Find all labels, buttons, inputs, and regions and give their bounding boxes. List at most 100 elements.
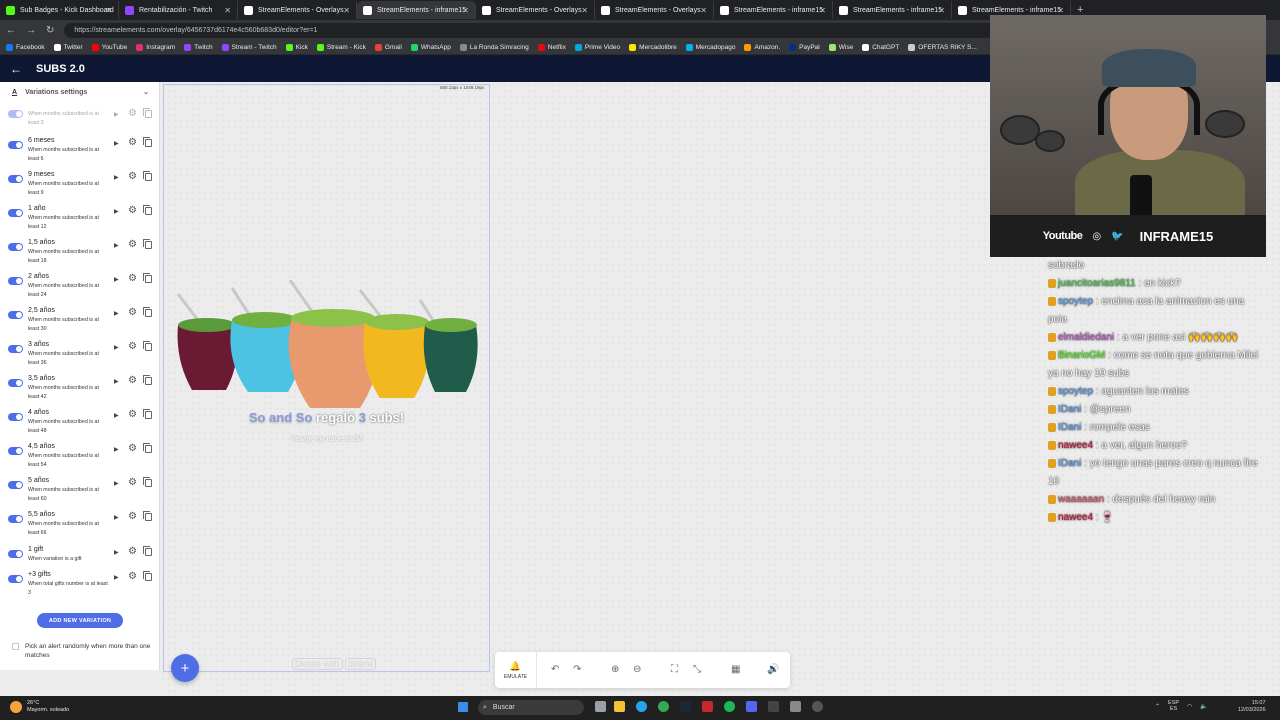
variation-toggle[interactable] <box>8 110 23 118</box>
duplicate-icon[interactable] <box>143 477 152 487</box>
variation-item[interactable]: 9 meses When months subscribed is at leas… <box>0 171 159 205</box>
language-indicator[interactable]: ESP ES <box>1168 700 1179 712</box>
variation-toggle[interactable] <box>8 175 23 183</box>
variation-item[interactable]: 1,5 años When months subscribed is at lea… <box>0 239 159 273</box>
gear-icon[interactable]: ⚙ <box>128 511 137 522</box>
gear-icon[interactable]: ⚙ <box>128 571 137 582</box>
play-icon[interactable]: ▶ <box>114 514 119 521</box>
bookmark[interactable]: Stream - Kick <box>316 43 366 51</box>
bookmark[interactable]: Instagram <box>136 43 175 51</box>
browser-tab[interactable]: StreamElements - Overlays ✕ <box>238 1 357 19</box>
play-icon[interactable]: ▶ <box>114 208 119 215</box>
play-icon[interactable]: ▶ <box>114 574 119 581</box>
browser-tab[interactable]: StreamElements - inframe15 ✕ <box>357 1 476 19</box>
bookmark[interactable]: Facebook <box>6 43 45 51</box>
duplicate-icon[interactable] <box>143 205 152 215</box>
grid-icon[interactable]: ▦ <box>731 664 740 675</box>
gear-icon[interactable]: ⚙ <box>128 307 137 318</box>
duplicate-icon[interactable] <box>143 273 152 283</box>
close-tab-icon[interactable]: ✕ <box>700 6 707 15</box>
play-icon[interactable]: ▶ <box>114 480 119 487</box>
emulate-button[interactable]: 🔔 EMULATE <box>495 652 537 688</box>
bookmark[interactable]: Twitch <box>184 43 213 51</box>
bookmark[interactable]: Wise <box>828 43 853 51</box>
variation-toggle[interactable] <box>8 481 23 489</box>
close-tab-icon[interactable]: ✕ <box>462 6 469 15</box>
bookmark[interactable]: Prime Video <box>574 43 620 51</box>
variation-item[interactable]: 4 años When months subscribed is at least… <box>0 409 159 443</box>
url-field[interactable]: https://streamelements.com/overlay/64567… <box>64 22 1005 38</box>
bookmark[interactable]: PayPal <box>789 43 820 51</box>
play-icon[interactable]: ▶ <box>114 140 119 147</box>
clock[interactable]: 15:07 12/03/2026 <box>1238 700 1266 714</box>
zoom-in-icon[interactable]: ⊕ <box>611 664 619 675</box>
bookmark[interactable]: Amazon. <box>744 43 780 51</box>
add-widget-button[interactable]: + <box>171 654 199 682</box>
close-tab-icon[interactable]: ✕ <box>938 6 945 15</box>
variation-item[interactable]: 3 años When months subscribed is at least… <box>0 341 159 375</box>
play-icon[interactable]: ▶ <box>114 276 119 283</box>
variations-section-header[interactable]: A Variations settings ⌄ <box>0 82 159 102</box>
play-icon[interactable]: ▶ <box>114 111 119 118</box>
variation-toggle[interactable] <box>8 209 23 217</box>
back-icon[interactable]: ← <box>6 25 16 36</box>
bookmark[interactable]: Twitter <box>53 43 83 51</box>
zoom-out-icon[interactable]: ⊖ <box>633 664 641 675</box>
variation-toggle[interactable] <box>8 277 23 285</box>
variation-item[interactable]: 2,5 años When months subscribed is at lea… <box>0 307 159 341</box>
play-icon[interactable]: ▶ <box>114 310 119 317</box>
variation-toggle[interactable] <box>8 447 23 455</box>
gear-icon[interactable]: ⚙ <box>128 171 137 182</box>
app-icon[interactable] <box>812 701 823 712</box>
duplicate-icon[interactable] <box>143 137 152 147</box>
random-alert-checkbox[interactable] <box>12 643 19 650</box>
duplicate-icon[interactable] <box>143 307 152 317</box>
gear-icon[interactable]: ⚙ <box>128 341 137 352</box>
undo-icon[interactable]: ↶ <box>551 664 559 675</box>
variation-toggle[interactable] <box>8 379 23 387</box>
play-icon[interactable]: ▶ <box>114 174 119 181</box>
chevron-up-icon[interactable]: ⌃ <box>1155 703 1160 710</box>
duplicate-icon[interactable] <box>143 409 152 419</box>
duplicate-icon[interactable] <box>143 571 152 581</box>
volume-icon[interactable]: 🔈 <box>1200 703 1207 710</box>
variation-toggle[interactable] <box>8 515 23 523</box>
bookmark[interactable]: Netflix <box>537 43 566 51</box>
redo-icon[interactable]: ↷ <box>573 664 581 675</box>
bookmark[interactable]: Mercadopago <box>685 43 735 51</box>
bookmark[interactable]: Stream - Twitch <box>221 43 277 51</box>
variation-toggle[interactable] <box>8 550 23 558</box>
reload-icon[interactable]: ↻ <box>46 25 54 36</box>
play-icon[interactable]: ▶ <box>114 549 119 556</box>
duplicate-icon[interactable] <box>143 239 152 249</box>
fit-screen-icon[interactable]: ⛶ <box>671 664 678 675</box>
bookmark[interactable]: WhatsApp <box>410 43 451 51</box>
play-icon[interactable]: ▶ <box>114 446 119 453</box>
forward-icon[interactable]: → <box>26 25 36 36</box>
gear-icon[interactable]: ⚙ <box>128 273 137 284</box>
gear-icon[interactable]: ⚙ <box>128 443 137 454</box>
variation-item[interactable]: 1 año When months subscribed is at least … <box>0 205 159 239</box>
play-icon[interactable]: ▶ <box>114 242 119 249</box>
file-explorer-icon[interactable] <box>614 701 625 712</box>
browser-tab[interactable]: Rentabilización - Twitch ✕ <box>119 1 238 19</box>
gear-icon[interactable]: ⚙ <box>128 205 137 216</box>
wifi-icon[interactable]: ◠ <box>1187 703 1192 710</box>
bookmark[interactable]: La Ronda Simracing <box>459 43 529 51</box>
close-tab-icon[interactable]: ✕ <box>1057 6 1064 15</box>
close-tab-icon[interactable]: ✕ <box>105 6 112 15</box>
variation-item[interactable]: 6 meses When months subscribed is at leas… <box>0 137 159 171</box>
variation-toggle[interactable] <box>8 141 23 149</box>
variation-toggle[interactable] <box>8 311 23 319</box>
browser-tab[interactable]: StreamElements - Overlays ✕ <box>595 1 714 19</box>
variation-toggle[interactable] <box>8 575 23 583</box>
discord-icon[interactable] <box>746 701 757 712</box>
variation-item[interactable]: +3 gifts When total gifts number is at le… <box>0 571 159 605</box>
add-variation-button[interactable]: ADD NEW VARIATION <box>37 613 123 628</box>
obs-icon[interactable] <box>768 701 779 712</box>
duplicate-icon[interactable] <box>143 511 152 521</box>
duplicate-icon[interactable] <box>143 341 152 351</box>
play-icon[interactable]: ▶ <box>114 412 119 419</box>
task-view-icon[interactable] <box>595 701 606 712</box>
chrome-icon[interactable] <box>658 701 669 712</box>
